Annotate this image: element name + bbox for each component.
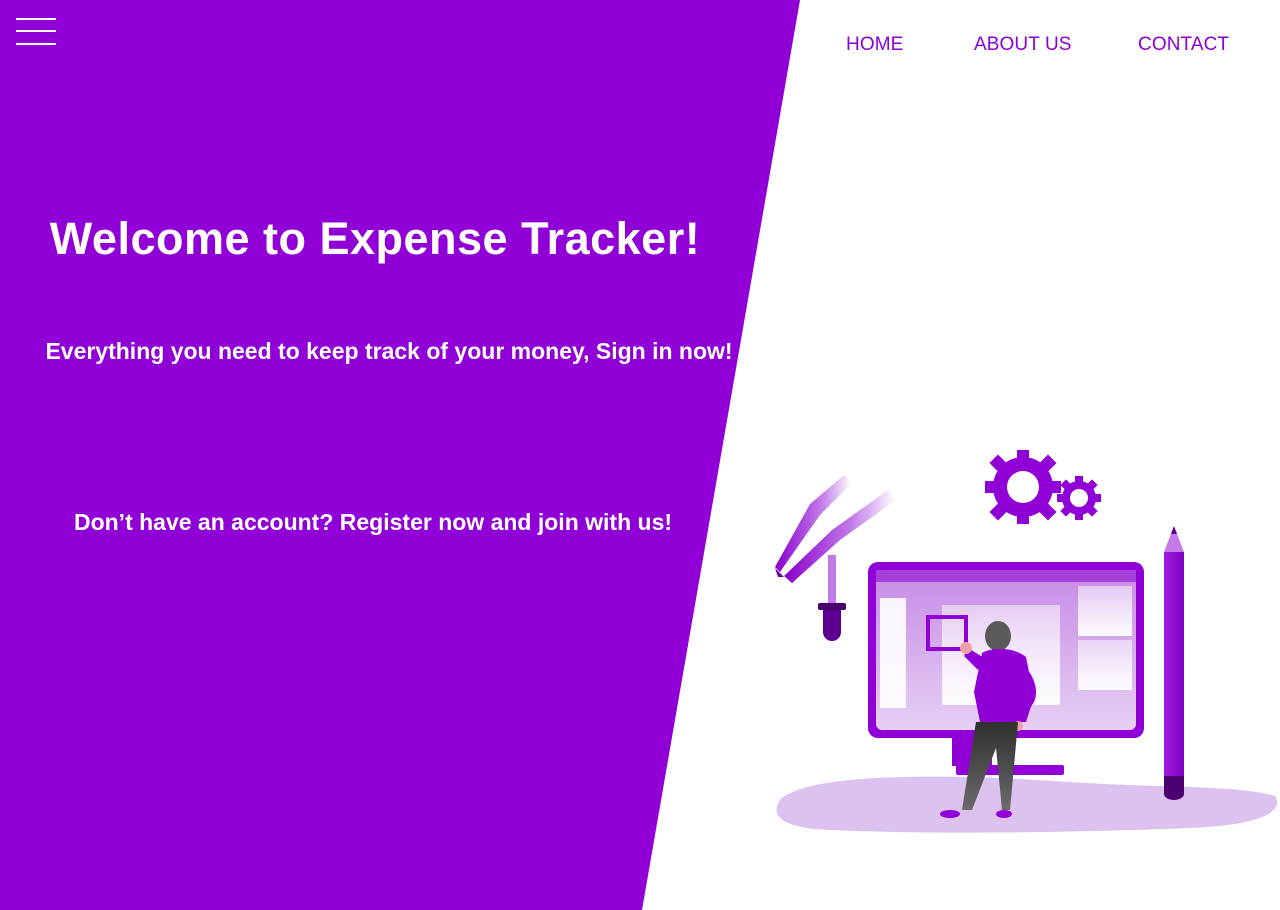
nav-contact-link[interactable]: CONTACT bbox=[1138, 34, 1229, 56]
hero-subtitle: Everything you need to keep track of you… bbox=[45, 338, 733, 364]
hamburger-line bbox=[16, 43, 56, 45]
hamburger-menu-icon[interactable] bbox=[16, 16, 56, 48]
nav-home-link[interactable]: HOME bbox=[846, 34, 903, 56]
hamburger-line bbox=[16, 18, 56, 20]
designer-at-monitor-illustration bbox=[775, 450, 1278, 833]
dropper-icon bbox=[818, 555, 846, 641]
pencil-icon bbox=[1164, 526, 1184, 800]
small-gear-icon bbox=[1057, 476, 1101, 520]
nav-about-link[interactable]: ABOUT US bbox=[974, 34, 1072, 56]
register-prompt: Don’t have an account? Register now and … bbox=[73, 509, 673, 535]
page-title: Welcome to Expense Tracker! bbox=[49, 213, 701, 264]
large-gear-icon bbox=[985, 450, 1061, 524]
hamburger-line bbox=[16, 30, 56, 32]
ground-shape bbox=[776, 776, 1278, 833]
